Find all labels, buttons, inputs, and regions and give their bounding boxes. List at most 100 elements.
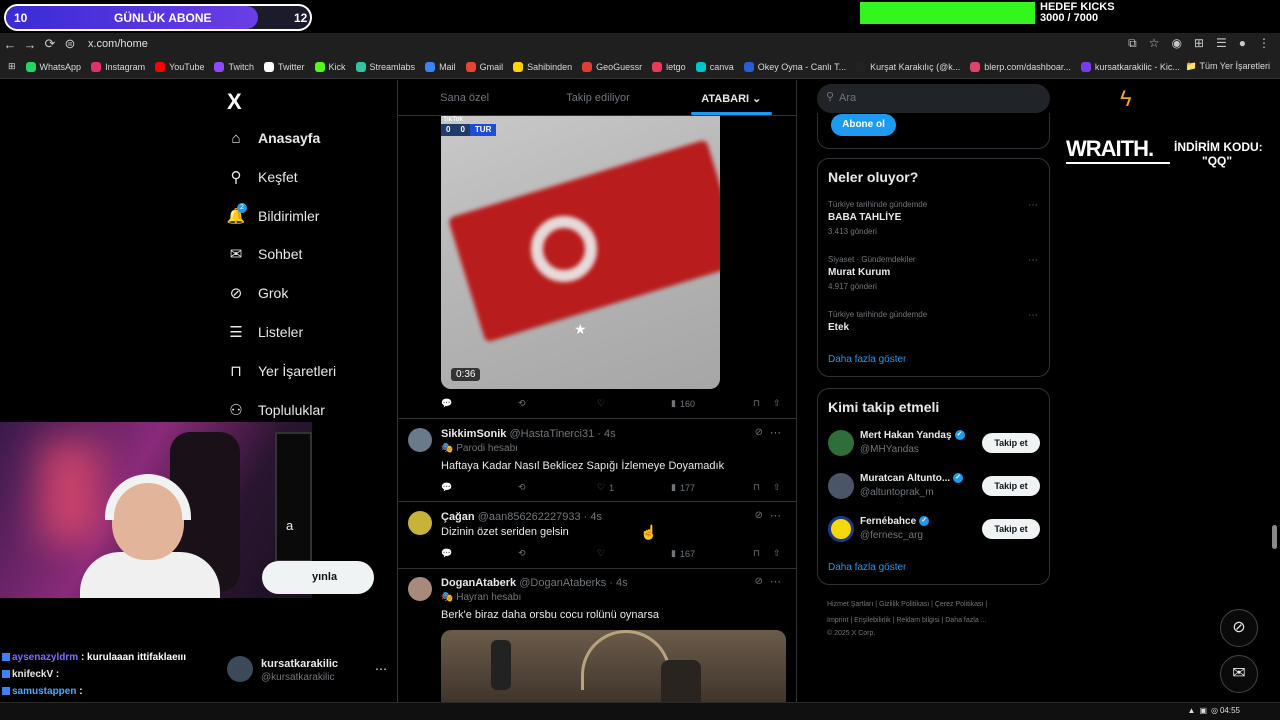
show-more-accounts[interactable]: Daha fazla göster bbox=[828, 562, 906, 573]
site-info-icon[interactable]: ⊜ bbox=[60, 36, 80, 52]
sidebar-item-listeler[interactable]: ☰ Listeler bbox=[227, 319, 303, 345]
share-icon[interactable]: ⇧ bbox=[773, 548, 781, 559]
bookmark-item[interactable]: blerp.com/dashboar... bbox=[970, 61, 1071, 72]
grok-fab-button[interactable]: ⊘ bbox=[1220, 609, 1258, 647]
bookmark-item[interactable]: GeoGuessr bbox=[582, 61, 642, 72]
repost-icon[interactable]: ⟲ bbox=[518, 548, 597, 559]
trend-item[interactable]: Türkiye tarihinde gündemde Etek ⋯ bbox=[828, 310, 1038, 333]
bookmark-item[interactable]: Instagram bbox=[91, 61, 145, 72]
profile-avatar[interactable]: ● bbox=[1239, 36, 1246, 51]
repost-icon[interactable]: ⟲ bbox=[518, 398, 597, 409]
bookmark-item[interactable]: Sahibinden bbox=[513, 61, 572, 72]
bookmark-icon[interactable]: ⊓ bbox=[753, 482, 773, 493]
sidebar-item-grok[interactable]: ⊘ Grok bbox=[227, 280, 289, 306]
grok-icon[interactable]: ⊘ bbox=[755, 576, 763, 587]
more-icon[interactable]: ⋯ bbox=[375, 662, 387, 676]
bookmark-item[interactable]: canva bbox=[695, 61, 734, 72]
extension-icon[interactable]: ◉ bbox=[1171, 36, 1181, 51]
follow-button[interactable]: Takip et bbox=[982, 519, 1040, 539]
bookmark-icon[interactable]: ⊓ bbox=[753, 548, 773, 559]
install-icon[interactable]: ⧉ bbox=[1128, 36, 1137, 51]
reload-icon[interactable]: ⟳ bbox=[40, 36, 60, 52]
bookmark-item[interactable]: YouTube bbox=[155, 61, 204, 72]
profile-switcher[interactable]: kursatkarakilic @kursatkarakilic ⋯ bbox=[227, 656, 387, 686]
sidebar-item-topluluklar[interactable]: ⚇ Topluluklar bbox=[227, 397, 325, 423]
kicks-goal-bar bbox=[860, 2, 1035, 24]
suggested-account[interactable]: Muratcan Altunto... ✓ @altuntoprak_m Taki… bbox=[828, 473, 1040, 503]
more-icon[interactable]: ⋯ bbox=[1028, 310, 1038, 321]
views-count[interactable]: ▮ 177 bbox=[671, 482, 753, 493]
puzzle-icon[interactable]: ⊞ bbox=[1194, 36, 1204, 51]
sidebar-item-bildirimler[interactable]: 🔔 2 Bildirimler bbox=[227, 202, 319, 229]
all-bookmarks[interactable]: 📁 Tüm Yer İşaretleri bbox=[1186, 61, 1270, 72]
tweet[interactable]: DoganAtaberk @DoganAtaberks · 4s ⊘ ⋯ 🎭 H… bbox=[408, 575, 793, 627]
bookmark-item[interactable]: Mail bbox=[425, 61, 456, 72]
trend-item[interactable]: Türkiye tarihinde gündemde BABA TAHLİYE … bbox=[828, 200, 1038, 236]
footer-links[interactable]: Imprint | Erişilebilirlik | Reklam bilgi… bbox=[827, 617, 987, 624]
tab-search-icon[interactable]: ☰ bbox=[1216, 36, 1227, 51]
bookmark-favicon-icon bbox=[425, 61, 436, 72]
bookmark-item[interactable]: Kurşat Karakılıç (@k... bbox=[856, 61, 960, 72]
suggested-account[interactable]: Mert Hakan Yandaş ✓ @MHYandas Takip et bbox=[828, 430, 1040, 460]
reply-icon[interactable]: 💬 bbox=[441, 548, 518, 559]
more-icon[interactable]: ⋯ bbox=[1028, 255, 1038, 266]
like-icon[interactable]: ♡ bbox=[597, 548, 671, 559]
tab-for-you[interactable]: Sana özel bbox=[398, 80, 531, 115]
bookmark-item[interactable]: Gmail bbox=[465, 61, 503, 72]
views-count[interactable]: ▮ 160 bbox=[671, 398, 753, 409]
footer-links[interactable]: Hizmet Şartları | Gizlilik Politikası | … bbox=[827, 601, 987, 608]
tab-atabari[interactable]: ATABARI ⌄ bbox=[665, 80, 796, 115]
trend-item[interactable]: Siyaset · Gündemdekiler Murat Kurum 4.91… bbox=[828, 255, 1038, 291]
back-icon[interactable]: ← bbox=[0, 37, 20, 52]
more-icon[interactable]: ⋯ bbox=[770, 575, 781, 588]
views-count[interactable]: ▮ 167 bbox=[671, 548, 753, 559]
post-button[interactable]: yınla bbox=[262, 561, 374, 594]
video-player[interactable]: TikTok 0 0 TUR ★ 0:36 bbox=[441, 116, 720, 389]
subscribe-button[interactable]: Abone ol bbox=[831, 114, 896, 136]
bookmark-icon[interactable]: ⊓ bbox=[753, 398, 773, 409]
follow-button[interactable]: Takip et bbox=[982, 476, 1040, 496]
sidebar-item-ke-fet[interactable]: ⚲ Keşfet bbox=[227, 164, 298, 190]
tab-following[interactable]: Takip ediliyor bbox=[531, 80, 664, 115]
sidebar-item-yer-i-aretleri[interactable]: ⊓ Yer İşaretleri bbox=[227, 358, 336, 384]
share-icon[interactable]: ⇧ bbox=[773, 482, 781, 493]
follow-button[interactable]: Takip et bbox=[982, 433, 1040, 453]
sidebar-item-sohbet[interactable]: ✉ Sohbet bbox=[227, 241, 303, 267]
bookmark-item[interactable]: Twitch bbox=[214, 61, 254, 72]
bookmark-item[interactable]: kursatkarakilic - Kic... bbox=[1080, 61, 1180, 72]
scrollbar[interactable] bbox=[1272, 525, 1277, 549]
bookmark-item[interactable]: Twitter bbox=[264, 61, 305, 72]
system-tray[interactable]: ▲▣◎ bbox=[1188, 706, 1222, 715]
account-handle: @altuntoprak_m bbox=[860, 487, 934, 498]
like-icon[interactable]: ♡ bbox=[597, 398, 671, 409]
menu-icon[interactable]: ⋮ bbox=[1258, 36, 1270, 51]
messages-fab-button[interactable]: ✉ bbox=[1220, 655, 1258, 693]
grok-icon[interactable]: ⊘ bbox=[755, 510, 763, 521]
address-bar[interactable]: x.com/home bbox=[88, 38, 148, 50]
star-icon[interactable]: ☆ bbox=[1149, 36, 1160, 51]
bookmark-label: canva bbox=[709, 61, 734, 72]
search-input[interactable]: Ara bbox=[817, 84, 1050, 113]
sidebar-item-partial[interactable]: a bbox=[286, 518, 293, 533]
suggested-account[interactable]: Fernébahce ✓ @fernesc_arg Takip et bbox=[828, 516, 1040, 546]
more-icon[interactable]: ⋯ bbox=[770, 509, 781, 522]
forward-icon[interactable]: → bbox=[20, 37, 40, 52]
share-icon[interactable]: ⇧ bbox=[773, 398, 781, 409]
repost-icon[interactable]: ⟲ bbox=[518, 482, 597, 493]
grok-icon[interactable]: ⊘ bbox=[755, 427, 763, 438]
bookmark-item[interactable]: letgo bbox=[652, 61, 686, 72]
bookmark-item[interactable]: Okey Oyna - Canlı T... bbox=[743, 61, 846, 72]
like-count[interactable]: ♡ 1 bbox=[597, 482, 671, 493]
bookmark-item[interactable]: WhatsApp bbox=[25, 61, 81, 72]
bookmark-item[interactable]: Streamlabs bbox=[355, 61, 415, 72]
reply-icon[interactable]: 💬 bbox=[441, 482, 518, 493]
more-icon[interactable]: ⋯ bbox=[1028, 200, 1038, 211]
apps-icon[interactable]: ⊞ bbox=[8, 61, 16, 72]
show-more-trends[interactable]: Daha fazla göster bbox=[828, 354, 906, 365]
reply-icon[interactable]: 💬 bbox=[441, 398, 518, 409]
sidebar-item-anasayfa[interactable]: ⌂ Anasayfa bbox=[227, 125, 320, 151]
x-logo[interactable]: X bbox=[227, 89, 242, 115]
bookmark-item[interactable]: Kick bbox=[314, 61, 346, 72]
more-icon[interactable]: ⋯ bbox=[770, 426, 781, 439]
tweet-image[interactable] bbox=[441, 630, 786, 702]
